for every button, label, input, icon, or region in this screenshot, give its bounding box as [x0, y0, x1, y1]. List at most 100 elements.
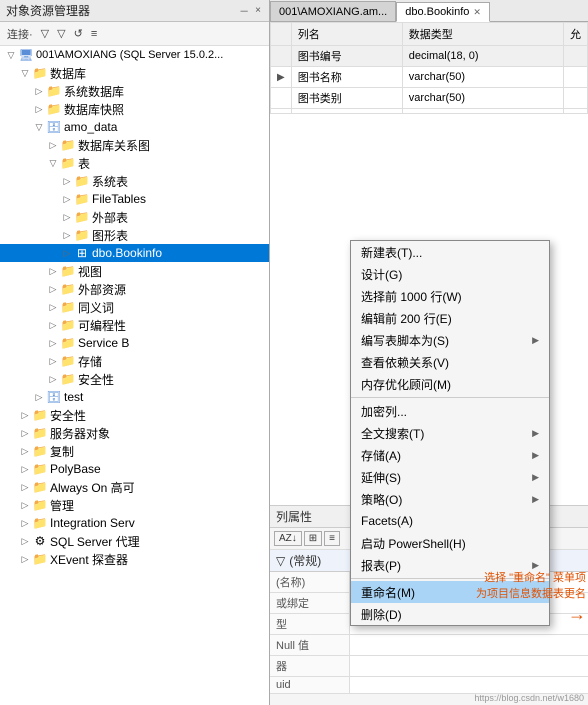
expand-icon-replicate[interactable]: ▷: [18, 446, 32, 457]
expand-icon-dbsnap[interactable]: ▷: [32, 104, 46, 115]
expand-icon-security[interactable]: ▷: [18, 410, 32, 421]
tree-item-serviceb[interactable]: ▷ 📁 Service B: [0, 334, 269, 352]
expand-icon-polybase[interactable]: ▷: [18, 464, 32, 475]
table-row[interactable]: 图书编号 decimal(18, 0): [271, 46, 588, 67]
tree-item-dbsnap[interactable]: ▷ 📁 数据库快照: [0, 100, 269, 118]
pin-icon[interactable]: －: [237, 2, 251, 19]
empty-type[interactable]: [402, 109, 563, 114]
tree-item-synonyms[interactable]: ▷ 📁 同义词: [0, 298, 269, 316]
tree-item-exttables[interactable]: ▷ 📁 外部表: [0, 208, 269, 226]
expand-icon-test[interactable]: ▷: [32, 392, 46, 403]
col-name-1[interactable]: 图书编号: [291, 46, 402, 67]
col-name-2[interactable]: 图书名称: [291, 67, 402, 88]
ctx-design[interactable]: 设计(G): [351, 263, 549, 285]
ctx-storage[interactable]: 存储(A) ▶: [351, 444, 549, 466]
ctx-script[interactable]: 编写表脚本为(S) ▶: [351, 329, 549, 351]
filter2-button[interactable]: ▽: [54, 26, 68, 41]
expand-icon-amodata[interactable]: ▽: [32, 122, 46, 133]
expand-icon-security2[interactable]: ▷: [46, 374, 60, 385]
filter-button[interactable]: ▽: [38, 26, 52, 41]
expand-icon-synonyms[interactable]: ▷: [46, 302, 60, 313]
tree-item-dbdiag[interactable]: ▷ 📁 数据库关系图: [0, 136, 269, 154]
col-type-1[interactable]: decimal(18, 0): [402, 46, 563, 67]
ctx-new-table[interactable]: 新建表(T)...: [351, 241, 549, 263]
tree-item-sysdb[interactable]: ▷ 📁 系统数据库: [0, 82, 269, 100]
tree-item-security2[interactable]: ▷ 📁 安全性: [0, 370, 269, 388]
table-row[interactable]: 图书类别 varchar(50): [271, 88, 588, 109]
expand-icon-db[interactable]: ▽: [18, 68, 32, 79]
col-nullable-1[interactable]: [564, 46, 588, 67]
ctx-fulltext[interactable]: 全文搜索(T) ▶: [351, 422, 549, 444]
tree-item-test[interactable]: ▷ 🗄 test: [0, 388, 269, 406]
tree-item-views[interactable]: ▷ 📁 视图: [0, 262, 269, 280]
expand-icon-serviceb[interactable]: ▷: [46, 338, 60, 349]
more-button[interactable]: ≡: [88, 27, 100, 41]
tree-item-graphtables[interactable]: ▷ 📁 图形表: [0, 226, 269, 244]
expand-icon-dbdiag[interactable]: ▷: [46, 140, 60, 151]
tree-item-sqlservagt[interactable]: ▷ ⚙ SQL Server 代理: [0, 532, 269, 550]
prop-sort-az-button[interactable]: AZ↓: [274, 531, 302, 546]
ctx-deps[interactable]: 查看依赖关系(V): [351, 351, 549, 373]
tree-item-filetables[interactable]: ▷ 📁 FileTables: [0, 190, 269, 208]
tab-amoxiang[interactable]: 001\AMOXIANG.am...: [270, 1, 396, 21]
ctx-select-1000[interactable]: 选择前 1000 行(W): [351, 285, 549, 307]
tree-item-serverobj[interactable]: ▷ 📁 服务器对象: [0, 424, 269, 442]
prop-val-3[interactable]: [350, 635, 588, 655]
tree-item-alwayson[interactable]: ▷ 📁 Always On 高可: [0, 478, 269, 496]
expand-icon-progs[interactable]: ▷: [46, 320, 60, 331]
expand-icon-filetables[interactable]: ▷: [60, 194, 74, 205]
tree-container[interactable]: ▽ 🖥 001\AMOXIANG (SQL Server 15.0.2... ▽…: [0, 46, 269, 705]
expand-icon-root[interactable]: ▽: [4, 50, 18, 61]
tree-item-tables[interactable]: ▽ 📁 表: [0, 154, 269, 172]
ctx-facets[interactable]: Facets(A): [351, 510, 549, 532]
expand-icon-graphtables[interactable]: ▷: [60, 230, 74, 241]
tree-item-manage[interactable]: ▷ 📁 管理: [0, 496, 269, 514]
table-row-empty[interactable]: [271, 109, 588, 114]
col-nullable-3[interactable]: [564, 88, 588, 109]
prop-val-5[interactable]: [350, 677, 588, 693]
expand-icon-exttables[interactable]: ▷: [60, 212, 74, 223]
prop-section-toggle[interactable]: ▽: [276, 554, 285, 568]
expand-icon-integserv[interactable]: ▷: [18, 518, 32, 529]
prop-val-4[interactable]: [350, 656, 588, 676]
prop-extra-button[interactable]: ≡: [324, 531, 340, 546]
expand-icon-sqlservagt[interactable]: ▷: [18, 536, 32, 547]
col-type-3[interactable]: varchar(50): [402, 88, 563, 109]
ctx-edit-200[interactable]: 编辑前 200 行(E): [351, 307, 549, 329]
tree-item-xevent[interactable]: ▷ 📁 XEvent 探查器: [0, 550, 269, 568]
ctx-memopt[interactable]: 内存优化顾问(M): [351, 373, 549, 395]
expand-icon-tables[interactable]: ▽: [46, 158, 60, 169]
tab-bookinfo[interactable]: dbo.Bookinfo ✕: [396, 2, 490, 22]
ctx-powershell[interactable]: 启动 PowerShell(H): [351, 532, 549, 554]
tree-item-amodata[interactable]: ▽ 🗄 amo_data: [0, 118, 269, 136]
ctx-stretch[interactable]: 延伸(S) ▶: [351, 466, 549, 488]
expand-icon-bookinfo[interactable]: ▷: [60, 248, 74, 259]
table-row[interactable]: ▶ 图书名称 varchar(50): [271, 67, 588, 88]
ctx-encrypt[interactable]: 加密列...: [351, 400, 549, 422]
tree-item-polybase[interactable]: ▷ 📁 PolyBase: [0, 460, 269, 478]
expand-icon-extres[interactable]: ▷: [46, 284, 60, 295]
expand-icon-storage[interactable]: ▷: [46, 356, 60, 367]
tree-item-integserv[interactable]: ▷ 📁 Integration Serv: [0, 514, 269, 532]
tree-item-progs[interactable]: ▷ 📁 可编程性: [0, 316, 269, 334]
expand-icon-sysdb[interactable]: ▷: [32, 86, 46, 97]
expand-icon-serverobj[interactable]: ▷: [18, 428, 32, 439]
refresh-button[interactable]: ↺: [71, 26, 86, 41]
tree-item-bookinfo[interactable]: ▷ ⊞ dbo.Bookinfo: [0, 244, 269, 262]
expand-icon-views[interactable]: ▷: [46, 266, 60, 277]
tree-item-replicate[interactable]: ▷ 📁 复制: [0, 442, 269, 460]
tree-item-root[interactable]: ▽ 🖥 001\AMOXIANG (SQL Server 15.0.2...: [0, 46, 269, 64]
col-nullable-2[interactable]: [564, 67, 588, 88]
empty-name[interactable]: [291, 109, 402, 114]
expand-icon-xevent[interactable]: ▷: [18, 554, 32, 565]
connect-button[interactable]: 连接·: [4, 25, 36, 43]
expand-icon-alwayson[interactable]: ▷: [18, 482, 32, 493]
expand-icon-systables[interactable]: ▷: [60, 176, 74, 187]
close-panel-icon[interactable]: ×: [253, 4, 263, 17]
col-type-2[interactable]: varchar(50): [402, 67, 563, 88]
empty-nullable[interactable]: [564, 109, 588, 114]
tree-item-db[interactable]: ▽ 📁 数据库: [0, 64, 269, 82]
prop-sort-cat-button[interactable]: ⊞: [304, 531, 322, 546]
col-name-3[interactable]: 图书类别: [291, 88, 402, 109]
ctx-policy[interactable]: 策略(O) ▶: [351, 488, 549, 510]
